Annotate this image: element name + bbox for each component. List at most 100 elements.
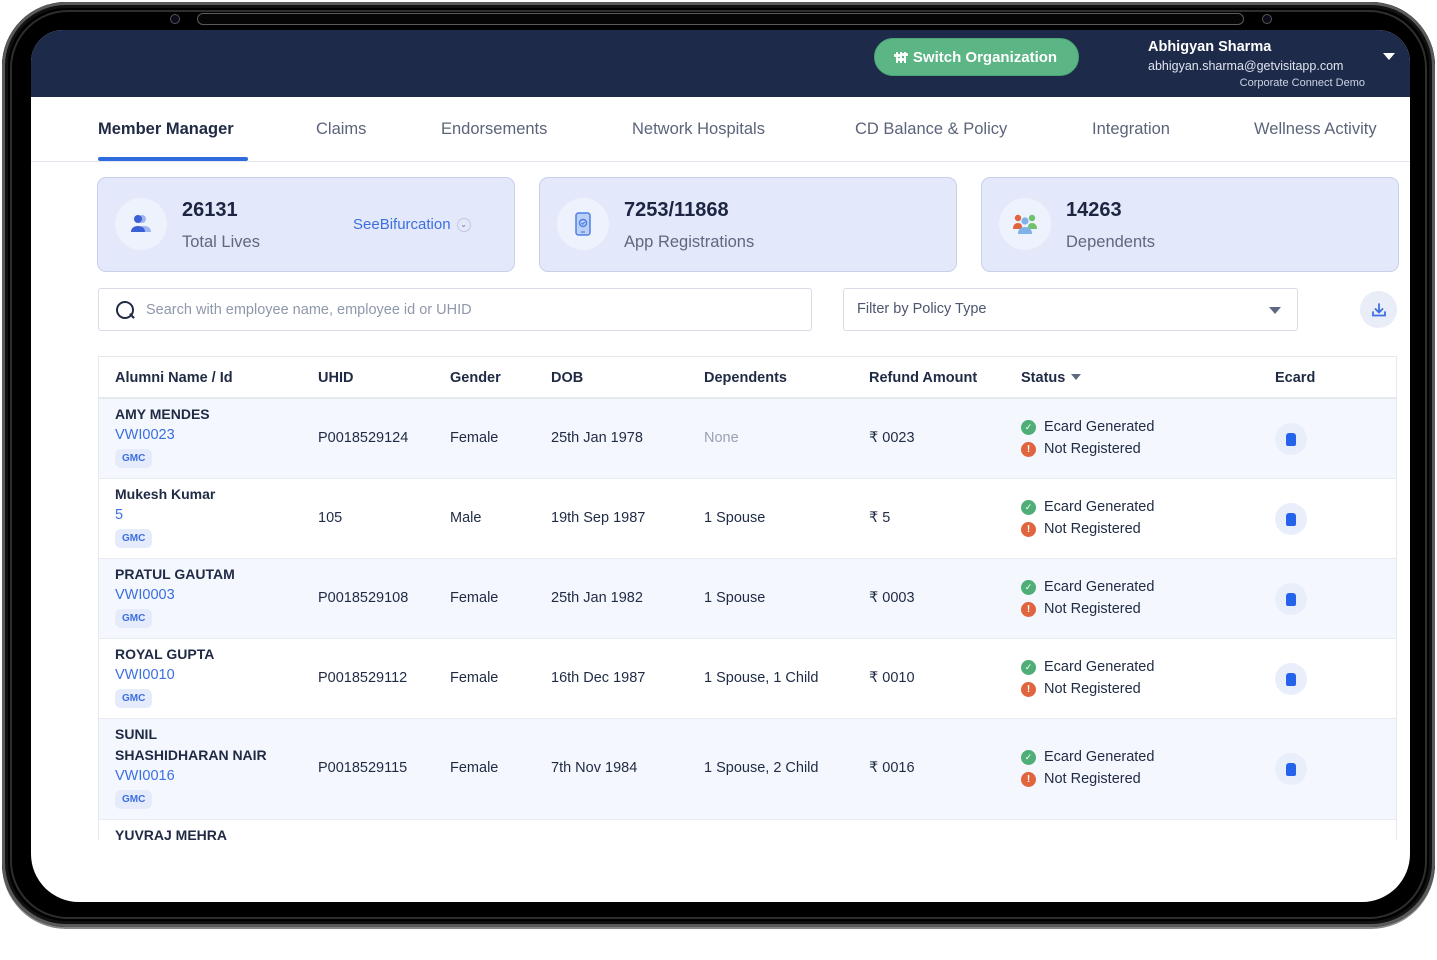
app-registrations-card: 7253/11868 App Registrations: [539, 177, 957, 272]
tab-endorsements[interactable]: Endorsements: [441, 120, 547, 139]
member-name: Mukesh Kumar: [115, 486, 216, 502]
alert-circle-icon: !: [1021, 441, 1036, 457]
member-name: YUVRAJ MEHRA: [115, 827, 228, 840]
col-ecard[interactable]: Ecard: [1275, 370, 1315, 386]
user-email: abhigyan.sharma@getvisitapp.com: [1148, 59, 1344, 73]
dob-cell: 25th Jan 1982: [551, 590, 643, 606]
refund-cell: ₹ 0016: [869, 760, 915, 776]
member-cell: YUVRAJ MEHRA: [115, 825, 227, 840]
search-icon: [116, 300, 134, 319]
main-tabs: Member Manager Claims Endorsements Netwo…: [31, 97, 1410, 162]
member-cell: ROYAL GUPTA VWI0010 GMC: [115, 644, 214, 708]
col-refund-amount[interactable]: Refund Amount: [869, 370, 977, 386]
uhid-cell: P0018529115: [318, 760, 408, 776]
dependents-cell: 1 Spouse, 2 Child: [704, 760, 819, 776]
see-bifurcation-link[interactable]: SeeBifurcation ⌄: [353, 216, 471, 233]
table-row[interactable]: YUVRAJ MEHRA: [99, 820, 1396, 840]
ecard-status: Ecard Generated: [1044, 579, 1155, 595]
tab-claims[interactable]: Claims: [316, 120, 366, 139]
table-row[interactable]: ROYAL GUPTA VWI0010 GMC P0018529112 Fema…: [99, 639, 1396, 719]
status-cell: ✓ Ecard Generated ! Not Registered: [1021, 417, 1154, 460]
switch-organization-button[interactable]: Switch Organization: [874, 38, 1079, 76]
tab-cd-balance-policy[interactable]: CD Balance & Policy: [855, 120, 1007, 139]
ecard-icon: [1286, 672, 1296, 686]
member-cell: SUNIL SHASHIDHARAN NAIR VWI0016 GMC: [115, 724, 267, 809]
active-tab-indicator: [98, 157, 248, 161]
user-menu-caret-icon[interactable]: [1383, 53, 1395, 60]
col-uhid[interactable]: UHID: [318, 370, 353, 386]
col-alumni-name[interactable]: Alumni Name / Id: [115, 370, 233, 386]
ecard-status: Ecard Generated: [1044, 749, 1155, 765]
refund-cell: ₹ 0023: [869, 430, 915, 446]
user-info[interactable]: Abhigyan Sharma abhigyan.sharma@getvisit…: [1148, 39, 1365, 89]
search-input[interactable]: [146, 301, 786, 318]
ecard-status: Ecard Generated: [1044, 659, 1155, 675]
tab-member-manager[interactable]: Member Manager: [98, 120, 234, 139]
col-dependents[interactable]: Dependents: [704, 370, 787, 386]
member-id-link[interactable]: VWI0003: [115, 585, 235, 606]
col-status[interactable]: Status: [1021, 370, 1082, 386]
caret-down-icon: [1269, 307, 1281, 314]
switch-organization-label: Switch Organization: [912, 48, 1058, 66]
ecard-status: Ecard Generated: [1044, 499, 1155, 515]
dependents-card: 14263 Dependents: [981, 177, 1399, 272]
ecard-download-button[interactable]: [1275, 663, 1307, 695]
policy-type-filter[interactable]: Filter by Policy Type: [843, 288, 1298, 331]
family-icon: [999, 198, 1051, 250]
sliders-icon: [893, 51, 908, 63]
col-gender[interactable]: Gender: [450, 370, 501, 386]
member-cell: AMY MENDES VWI0023 GMC: [115, 404, 210, 468]
ecard-icon: [1286, 762, 1296, 776]
check-circle-icon: ✓: [1021, 500, 1036, 516]
total-lives-value: 26131: [182, 199, 238, 221]
dob-cell: 7th Nov 1984: [551, 760, 638, 776]
table-row[interactable]: PRATUL GAUTAM VWI0003 GMC P0018529108 Fe…: [99, 559, 1396, 639]
ecard-icon: [1286, 432, 1296, 446]
members-table: Alumni Name / Id UHID Gender DOB Depende…: [98, 356, 1397, 840]
ecard-download-button[interactable]: [1275, 753, 1307, 785]
member-id-link[interactable]: VWI0010: [115, 665, 214, 686]
dependents-cell: 1 Spouse: [704, 590, 766, 606]
ecard-cell: [1275, 583, 1307, 615]
ecard-cell: [1275, 503, 1307, 535]
download-button[interactable]: [1360, 291, 1397, 328]
table-row[interactable]: Mukesh Kumar 5 GMC 105 Male 19th Sep 198…: [99, 479, 1396, 559]
registration-status: Not Registered: [1044, 440, 1141, 457]
member-id-link[interactable]: VWI0023: [115, 425, 210, 446]
status-sort-caret-icon[interactable]: [1071, 374, 1082, 380]
chevron-down-icon: ⌄: [456, 217, 471, 232]
tab-network-hospitals[interactable]: Network Hospitals: [632, 120, 765, 139]
dob-cell: 25th Jan 1978: [551, 430, 643, 446]
gender-cell: Male: [450, 510, 482, 526]
app-screen: Switch Organization Abhigyan Sharma abhi…: [31, 30, 1410, 902]
device-frame: Switch Organization Abhigyan Sharma abhi…: [2, 2, 1435, 927]
table-header: Alumni Name / Id UHID Gender DOB Depende…: [99, 357, 1396, 399]
member-name: AMY MENDES: [115, 406, 210, 422]
col-status-label: Status: [1021, 370, 1066, 386]
dependents-cell: 1 Spouse: [704, 510, 766, 526]
gender-cell: Female: [450, 760, 499, 776]
total-lives-card: 26131 Total Lives SeeBifurcation ⌄: [97, 177, 515, 272]
dob-cell: 16th Dec 1987: [551, 670, 646, 686]
ecard-download-button[interactable]: [1275, 503, 1307, 535]
gender-cell: Female: [450, 590, 499, 606]
table-row[interactable]: AMY MENDES VWI0023 GMC P0018529124 Femal…: [99, 399, 1396, 479]
member-id-link[interactable]: VWI0016: [115, 766, 267, 787]
refund-cell: ₹ 0003: [869, 590, 915, 606]
table-row[interactable]: SUNIL SHASHIDHARAN NAIR VWI0016 GMC P001…: [99, 719, 1396, 820]
uhid-cell: P0018529112: [318, 670, 408, 686]
member-name: PRATUL GAUTAM: [115, 566, 235, 582]
mobile-app-icon: [557, 198, 609, 250]
col-dob[interactable]: DOB: [551, 370, 583, 386]
uhid-cell: P0018529124: [318, 430, 409, 446]
refund-cell: ₹ 5: [869, 510, 891, 526]
policy-badge: GMC: [115, 449, 153, 468]
member-id-link[interactable]: 5: [115, 505, 215, 526]
policy-badge: GMC: [115, 790, 153, 809]
tab-integration[interactable]: Integration: [1092, 120, 1170, 139]
tab-wellness-activity[interactable]: Wellness Activity: [1254, 120, 1377, 139]
ecard-download-button[interactable]: [1275, 583, 1307, 615]
registration-status: Not Registered: [1044, 770, 1141, 787]
registration-status: Not Registered: [1044, 520, 1141, 537]
ecard-download-button[interactable]: [1275, 423, 1307, 455]
